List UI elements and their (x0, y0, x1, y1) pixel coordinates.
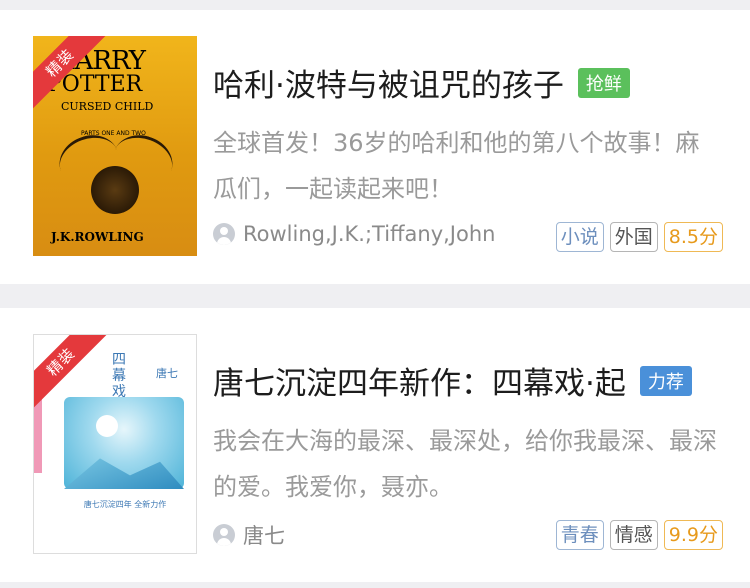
subcategory-badge: 外国 (609, 222, 658, 252)
book-title[interactable]: 唐七沉淀四年新作：四幕戏·起 (213, 358, 626, 403)
cover-spine-accent (34, 397, 42, 473)
book-description: 全球首发！36岁的哈利和他的第八个故事！麻瓜们，一起读起来吧！ (213, 129, 700, 203)
book-meta: 唐七 青春 情感 9.9分 (213, 520, 723, 552)
subcategory-badge: 情感 (609, 520, 658, 550)
promo-tag: 抢鲜 (577, 67, 630, 98)
author-name: Rowling,J.K.;Tiffany,John (243, 222, 496, 246)
cover-caption: 唐七沉淀四年 全新力作 (83, 500, 167, 509)
promo-tag: 力荐 (639, 365, 692, 396)
nest-illustration (91, 166, 139, 214)
book-title-row: 唐七沉淀四年新作：四幕戏·起 力荐 (213, 358, 692, 403)
moon-illustration (96, 415, 118, 437)
person-icon (213, 223, 235, 245)
category-badge: 青春 (555, 520, 604, 550)
rating-badge: 8.5分 (663, 222, 723, 252)
book-card[interactable]: 四 幕 戏 唐七 唐七沉淀四年 全新力作 精装 唐七沉淀四年新作：四幕戏·起 力… (0, 308, 750, 582)
book-title-row: 哈利·波特与被诅咒的孩子 抢鲜 (213, 60, 630, 105)
badge-group: 青春 情感 9.9分 (550, 520, 723, 550)
cover-subtitle: CURSED CHILD (61, 100, 154, 113)
book-cover[interactable]: 四 幕 戏 唐七 唐七沉淀四年 全新力作 精装 (33, 334, 197, 554)
author-info: 唐七 (213, 520, 285, 550)
category-badge: 小说 (555, 222, 604, 252)
cover-author-name: 唐七 (156, 367, 178, 380)
cover-author: J.K.ROWLING (51, 230, 144, 244)
rating-badge: 9.9分 (663, 520, 723, 550)
book-meta: Rowling,J.K.;Tiffany,John 小说 外国 8.5分 (213, 222, 723, 254)
badge-group: 小说 外国 8.5分 (550, 222, 723, 252)
book-cover[interactable]: HARRY POTTER CURSED CHILD PARTS ONE AND … (33, 36, 197, 256)
author-name: 唐七 (243, 524, 285, 548)
book-description: 我会在大海的最深、最深处，给你我最深、最深的爱。我爱你，聂亦。 (213, 427, 717, 501)
author-info: Rowling,J.K.;Tiffany,John (213, 222, 495, 246)
book-card[interactable]: HARRY POTTER CURSED CHILD PARTS ONE AND … (0, 10, 750, 284)
person-icon (213, 524, 235, 546)
book-title[interactable]: 哈利·波特与被诅咒的孩子 (213, 60, 564, 105)
